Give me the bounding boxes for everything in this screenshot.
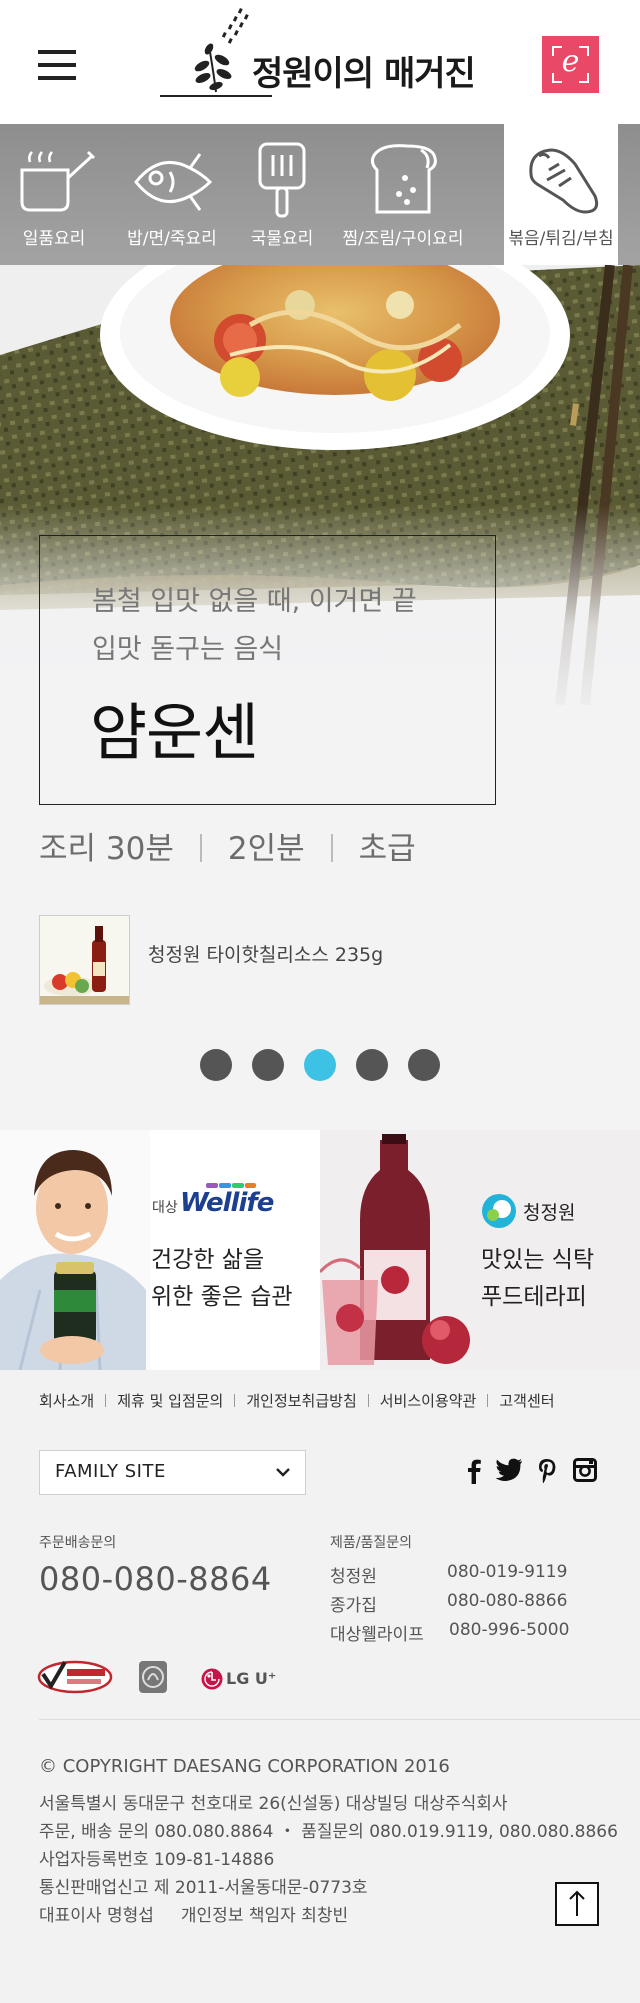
contact-phone[interactable]: 080-019-9119 bbox=[447, 1562, 567, 1582]
pinterest-icon[interactable] bbox=[537, 1458, 557, 1484]
slide-dot-5[interactable] bbox=[408, 1049, 440, 1081]
servings: 2인분 bbox=[227, 831, 305, 867]
slide-dot-2[interactable] bbox=[252, 1049, 284, 1081]
chili-sauce-image bbox=[40, 916, 129, 1004]
company-info: 서울특별시 동대문구 천호대로 26(신설동) 대상빌딩 대상주식회사 주문, … bbox=[39, 1790, 618, 1930]
footer-link-company[interactable]: 회사소개 bbox=[39, 1392, 94, 1410]
lg-uplus-text: LG U⁺ bbox=[226, 1669, 277, 1688]
category-label: 밥/면/죽요리 bbox=[127, 229, 217, 249]
product-thumbnail[interactable] bbox=[39, 915, 130, 1005]
slide-dot-4[interactable] bbox=[356, 1049, 388, 1081]
instagram-icon[interactable] bbox=[573, 1458, 597, 1482]
recipe-title[interactable]: 얌운센 bbox=[90, 682, 259, 772]
category-tab-stirfry[interactable]: 볶음/튀김/부침 bbox=[504, 124, 618, 265]
slider-pagination bbox=[0, 1049, 640, 1081]
chungjungone-copy-line2: 푸드테라피 bbox=[481, 1284, 587, 1310]
twitter-icon[interactable] bbox=[495, 1458, 523, 1482]
logo-text: 정원이의 매거진 bbox=[252, 54, 476, 94]
contact-row: 종가집 080-080-8866 bbox=[330, 1591, 567, 1616]
category-tab-steam-grill[interactable]: 찜/조림/구이요리 bbox=[343, 124, 463, 265]
category-bar: 일품요리 밥/면/죽요리 국물요리 찜/조림/구이요리 볶음/튀김/부침 bbox=[0, 124, 640, 265]
contact-name: 청정원 bbox=[330, 1567, 377, 1587]
footer-link-support[interactable]: 고객센터 bbox=[499, 1392, 554, 1410]
scroll-top-button[interactable] bbox=[555, 1882, 599, 1926]
recipe-subtitle: 봄철 입맛 없을 때, 이거면 끝 입맛 돋구는 음식 bbox=[92, 578, 452, 674]
logo-sprout-icon bbox=[194, 8, 249, 93]
info-line-ceo: 대표이사 명형섭 개인정보 책임자 최창빈 bbox=[39, 1906, 349, 1926]
verisign-secured-icon bbox=[37, 1660, 113, 1694]
contact-row: 대상웰라이프 080-996-5000 bbox=[330, 1620, 569, 1645]
recipe-meta: 조리 30분 2인분 초급 bbox=[39, 823, 416, 868]
contact-phone[interactable]: 080-080-8866 bbox=[447, 1591, 567, 1611]
wellife-logo-text: Wellife bbox=[180, 1188, 274, 1218]
recipe-subtitle-line2: 입맛 돋구는 음식 bbox=[92, 634, 284, 665]
menu-icon[interactable] bbox=[38, 50, 76, 80]
e-shop-button[interactable]: e bbox=[542, 36, 599, 93]
pot-icon bbox=[20, 150, 96, 212]
wellife-copy-line1: 건강한 삶을 bbox=[151, 1247, 265, 1273]
copyright: © COPYRIGHT DAESANG CORPORATION 2016 bbox=[39, 1756, 450, 1777]
chungjungone-copy-line1: 맛있는 식탁 bbox=[481, 1247, 595, 1273]
order-phone[interactable]: 080-080-8864 bbox=[39, 1560, 272, 1598]
logo[interactable]: 정원이의 매거진 bbox=[158, 4, 476, 100]
contact-name: 대상웰라이프 bbox=[330, 1625, 424, 1645]
family-site-select[interactable]: FAMILY SITE bbox=[39, 1450, 306, 1495]
product-name[interactable]: 청정원 타이핫칠리소스 235g bbox=[148, 940, 383, 967]
facebook-icon[interactable] bbox=[466, 1458, 482, 1484]
slide-dot-1[interactable] bbox=[200, 1049, 232, 1081]
category-tab-ilpum[interactable]: 일품요리 bbox=[12, 124, 96, 265]
footer-links: 회사소개 제휴 및 입점문의 개인정보취급방침 서비스이용약관 고객센터 bbox=[39, 1390, 555, 1411]
category-tab-rice-noodle[interactable]: 밥/면/죽요리 bbox=[127, 124, 217, 265]
chevron-down-icon bbox=[276, 1468, 290, 1477]
eggplant-icon bbox=[529, 148, 599, 214]
chungjungone-copy: 맛있는 식탁 푸드테라피 bbox=[481, 1242, 594, 1316]
order-inquiry-label: 주문배송문의 bbox=[39, 1535, 117, 1551]
footer-link-terms[interactable]: 서비스이용약관 bbox=[380, 1392, 477, 1410]
wellife-banner[interactable]: 대상 Wellife 건강한 삶을 위한 좋은 습관 bbox=[0, 1130, 320, 1370]
contact-row: 청정원 080-019-9119 bbox=[330, 1562, 567, 1587]
footer: 회사소개 제휴 및 입점문의 개인정보취급방침 서비스이용약관 고객센터 FAMILY … bbox=[0, 1370, 640, 2003]
slide-dot-3[interactable] bbox=[304, 1049, 336, 1081]
category-label: 볶음/튀김/부침 bbox=[508, 229, 614, 249]
category-label: 찜/조림/구이요리 bbox=[342, 229, 464, 249]
bread-icon bbox=[370, 144, 437, 214]
info-line-phones: 주문, 배송 문의 080.080.8864 ・ 품질문의 080.019.91… bbox=[39, 1822, 618, 1842]
category-tab-soup[interactable]: 국물요리 bbox=[240, 124, 324, 265]
chungjungone-logo-text: 청정원 bbox=[523, 1202, 576, 1224]
quality-inquiry-label: 제품/품질문의 bbox=[330, 1535, 412, 1551]
e-button-label: e bbox=[561, 44, 580, 79]
fish-icon bbox=[134, 153, 213, 211]
category-label: 국물요리 bbox=[250, 229, 314, 249]
info-line-address: 서울특별시 동대문구 천호대로 26(신설동) 대상빌딩 대상주식회사 bbox=[39, 1794, 508, 1814]
model-photo bbox=[0, 1130, 150, 1370]
difficulty: 초급 bbox=[358, 831, 416, 867]
pomegranate-vinegar-photo bbox=[320, 1130, 470, 1370]
info-line-business-number: 사업자등록번호 109-81-14886 bbox=[39, 1850, 275, 1870]
spatula-icon bbox=[258, 142, 306, 218]
contact-phone[interactable]: 080-996-5000 bbox=[449, 1620, 569, 1640]
arrow-up-icon bbox=[569, 1890, 585, 1916]
chungjungone-logo-icon bbox=[482, 1194, 516, 1228]
recipe-subtitle-line1: 봄철 입맛 없을 때, 이거면 끝 bbox=[92, 586, 417, 617]
wellife-copy-line2: 위한 좋은 습관 bbox=[151, 1284, 293, 1310]
certification-seal-icon bbox=[139, 1661, 167, 1693]
hero-slider[interactable]: 봄철 입맛 없을 때, 이거면 끝 입맛 돋구는 음식 얌운센 조리 30분 2인… bbox=[0, 265, 640, 1130]
cook-time: 조리 30분 bbox=[39, 831, 174, 867]
wellife-copy: 건강한 삶을 위한 좋은 습관 bbox=[151, 1242, 293, 1316]
logo-underline bbox=[160, 95, 272, 97]
footer-divider bbox=[39, 1719, 640, 1720]
footer-link-partnership[interactable]: 제휴 및 입점문의 bbox=[117, 1392, 223, 1410]
lg-logo-icon bbox=[201, 1668, 223, 1690]
category-label: 일품요리 bbox=[22, 229, 86, 249]
header: 정원이의 매거진 e bbox=[0, 0, 640, 124]
footer-link-privacy[interactable]: 개인정보취급방침 bbox=[246, 1392, 356, 1410]
family-site-label: FAMILY SITE bbox=[55, 1461, 166, 1482]
daesang-label: 대상 bbox=[152, 1200, 178, 1216]
contact-name: 종가집 bbox=[330, 1596, 377, 1616]
info-line-mail-order: 통신판매업신고 제 2011-서울동대문-0773호 bbox=[39, 1878, 368, 1898]
chungjungone-banner[interactable]: 청정원 맛있는 식탁 푸드테라피 bbox=[320, 1130, 640, 1370]
